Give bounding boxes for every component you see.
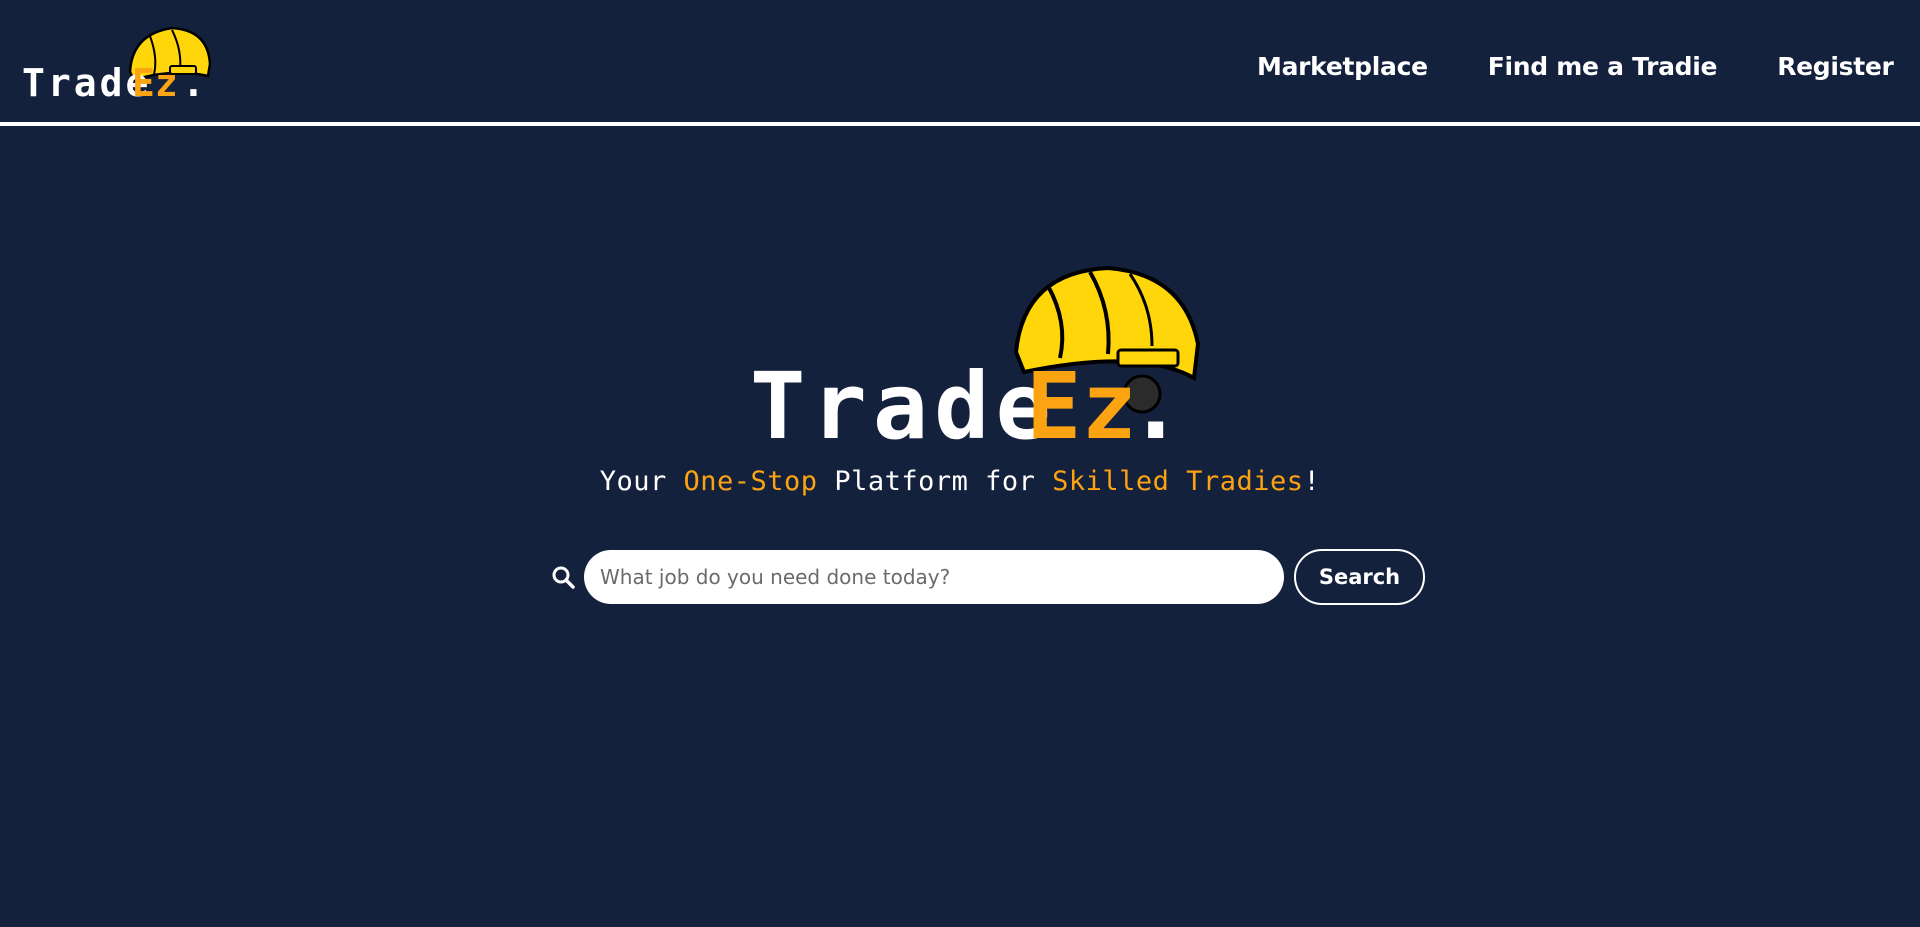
tradeez-logo-icon: Trade Ez . <box>22 26 212 105</box>
nav-links: Marketplace Find me a Tradie Register <box>1257 52 1894 81</box>
hero-logo: Trade Ez . <box>748 262 1208 460</box>
svg-text:.: . <box>1128 353 1183 452</box>
tradeez-hero-logo-icon: Trade Ez . <box>750 265 1201 460</box>
tagline-accent-one-stop: One-Stop <box>683 466 818 497</box>
nav-register-link[interactable]: Register <box>1777 52 1894 81</box>
tagline-accent-skilled-tradies: Skilled Tradies <box>1052 466 1304 497</box>
nav-find-tradie-link[interactable]: Find me a Tradie <box>1488 52 1718 81</box>
search-bar: Search <box>550 549 1425 605</box>
svg-text:.: . <box>182 61 205 104</box>
nav-marketplace-link[interactable]: Marketplace <box>1257 52 1428 81</box>
svg-text:Ez: Ez <box>132 61 178 104</box>
search-input[interactable] <box>584 550 1284 604</box>
search-icon <box>550 564 576 590</box>
tagline-text: Platform for <box>817 466 1053 497</box>
svg-text:Ez: Ez <box>1026 353 1137 452</box>
tagline-text: ! <box>1303 466 1321 497</box>
search-button[interactable]: Search <box>1294 549 1425 605</box>
hero-tagline: Your One-Stop Platform for Skilled Tradi… <box>0 466 1920 497</box>
navbar: Trade Ez . Marketplace Find me a Tradie … <box>0 0 1920 126</box>
svg-text:Trade: Trade <box>750 353 1057 452</box>
nav-logo[interactable]: Trade Ez . <box>22 24 212 105</box>
tagline-text: Your <box>599 466 684 497</box>
